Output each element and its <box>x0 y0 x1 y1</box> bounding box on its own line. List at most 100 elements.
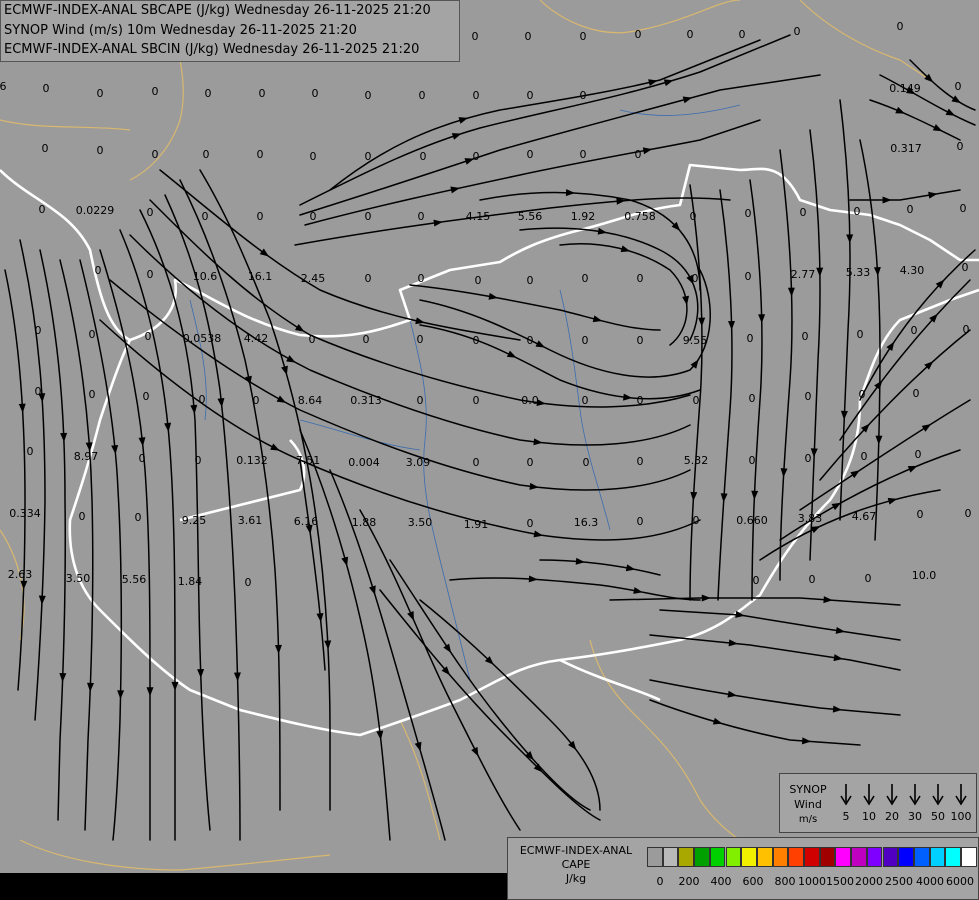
cape-legend-title-line1: ECMWF-INDEX-ANAL <box>519 844 633 857</box>
grid-value-label: 9.25 <box>182 514 207 527</box>
grid-value-label: 0 <box>97 144 104 157</box>
grid-value-label: 8.64 <box>298 394 323 407</box>
grid-value-label: 0 <box>897 20 904 33</box>
grid-value-label: 5.56 <box>122 573 147 586</box>
grid-value-label: 0 <box>693 514 700 527</box>
grid-value-label: 0 <box>39 203 46 216</box>
grid-value-label: 0.660 <box>736 514 768 527</box>
grid-value-label: 0 <box>253 394 260 407</box>
map-title-box: ECMWF-INDEX-ANAL SBCAPE (J/kg) Wednesday… <box>0 0 460 62</box>
grid-value-label: 0 <box>147 268 154 281</box>
grid-value-label: 0 <box>749 454 756 467</box>
cape-tick-label: 1000 <box>798 875 826 888</box>
cape-tick-label: 2000 <box>855 875 883 888</box>
cape-color-swatch <box>804 847 820 867</box>
grid-value-label: 0 <box>582 334 589 347</box>
grid-value-label: 4.42 <box>244 332 269 345</box>
cape-color-swatch <box>788 847 804 867</box>
grid-value-label: 0 <box>35 385 42 398</box>
grid-value-label: 0 <box>89 328 96 341</box>
grid-value-label: 0 <box>913 387 920 400</box>
grid-value-label: 0 <box>805 390 812 403</box>
grid-value-label: 0 <box>145 330 152 343</box>
cape-tick-label: 4000 <box>916 875 944 888</box>
grid-value-label: 0 <box>854 205 861 218</box>
grid-value-label: 0 <box>417 394 424 407</box>
cape-color-swatch <box>741 847 757 867</box>
cape-tick-label: 800 <box>774 875 796 888</box>
grid-value-label: 0 <box>527 334 534 347</box>
wind-legend-value: 5 <box>842 810 850 823</box>
grid-value-label: 0 <box>473 334 480 347</box>
grid-value-label: 0 <box>965 507 972 520</box>
wind-legend-value: 30 <box>908 810 922 823</box>
grid-value-label: 0 <box>857 328 864 341</box>
grid-value-label: 0 <box>527 274 534 287</box>
cape-tick-label: 600 <box>742 875 764 888</box>
title-line-wind: SYNOP Wind (m/s) 10m Wednesday 26-11-202… <box>4 22 357 38</box>
grid-value-label: 0 <box>687 28 694 41</box>
grid-value-label: 0 <box>525 30 532 43</box>
grid-value-label: 5.32 <box>684 454 709 467</box>
grid-value-label: 0 <box>960 202 967 215</box>
wind-legend-value: 20 <box>885 810 899 823</box>
grid-value-label: 0.317 <box>890 142 922 155</box>
grid-value-label: 0 <box>957 140 964 153</box>
grid-value-label: 0 <box>861 450 868 463</box>
grid-value-label: 0 <box>310 150 317 163</box>
wind-arrow-icon <box>863 784 875 806</box>
cape-color-swatch <box>929 847 946 867</box>
grid-value-label: 0 <box>417 333 424 346</box>
grid-value-label: 2.63 <box>8 568 33 581</box>
wind-legend-value: 100 <box>950 810 972 823</box>
grid-value-label: 2.45 <box>301 272 326 285</box>
grid-value-label: 0.0229 <box>76 204 115 217</box>
grid-value-label: 0 <box>527 148 534 161</box>
title-line-sbcin: ECMWF-INDEX-ANAL SBCIN (J/kg) Wednesday … <box>4 42 420 57</box>
grid-value-label: 0 <box>635 28 642 41</box>
grid-value-label: 0 <box>580 89 587 102</box>
grid-value-label: 0 <box>582 272 589 285</box>
cape-color-swatch <box>647 847 663 867</box>
wind-legend-unit: m/s <box>798 814 818 825</box>
grid-value-label: 0 <box>202 210 209 223</box>
grid-value-label: 0 <box>475 274 482 287</box>
grid-value-label: 0 <box>580 30 587 43</box>
grid-value-label: 7.51 <box>296 454 321 467</box>
grid-value-label: 9.55 <box>683 334 708 347</box>
grid-value-label: 0 <box>527 456 534 469</box>
grid-value-label: 3.09 <box>406 456 431 469</box>
cape-legend-unit: J/kg <box>565 872 587 885</box>
cape-legend-title: ECMWF-INDEX-ANAL CAPE J/kg <box>510 844 642 886</box>
grid-value-label: 0 <box>418 272 425 285</box>
grid-value-label: 6 <box>0 80 7 93</box>
grid-value-label: 0 <box>257 148 264 161</box>
grid-value-label: 0 <box>637 394 644 407</box>
grid-value-label: 10.6 <box>193 270 218 283</box>
grid-value-label: 1.88 <box>352 516 377 529</box>
grid-value-label: 0 <box>955 80 962 93</box>
grid-value-label: 0 <box>635 148 642 161</box>
grid-value-label: 16.1 <box>248 270 273 283</box>
grid-value-label: 0 <box>365 150 372 163</box>
grid-value-label: 0 <box>749 392 756 405</box>
grid-value-label: 0 <box>152 148 159 161</box>
grid-value-label: 0 <box>147 206 154 219</box>
grid-value-label: 0 <box>309 333 316 346</box>
grid-value-label: 0 <box>739 28 746 41</box>
cape-color-swatch <box>882 847 899 867</box>
grid-value-label: 0 <box>917 508 924 521</box>
grid-value-label: 0 <box>693 394 700 407</box>
grid-value-label: 0 <box>637 515 644 528</box>
wind-legend-title: SYNOP Wind <box>789 783 827 811</box>
grid-value-label: 0 <box>418 210 425 223</box>
grid-value-label: 0 <box>365 210 372 223</box>
cape-color-swatch <box>756 847 773 867</box>
cape-legend: ECMWF-INDEX-ANAL CAPE J/kg 0 200 400 600 800… <box>507 837 979 900</box>
grid-value-label: 0 <box>310 210 317 223</box>
wind-arrow-icon <box>909 784 921 806</box>
grid-value-label: 0 <box>580 148 587 161</box>
grid-value-label: 0 <box>365 89 372 102</box>
grid-value-label: 3.50 <box>408 516 433 529</box>
grid-value-label: 0 <box>802 330 809 343</box>
